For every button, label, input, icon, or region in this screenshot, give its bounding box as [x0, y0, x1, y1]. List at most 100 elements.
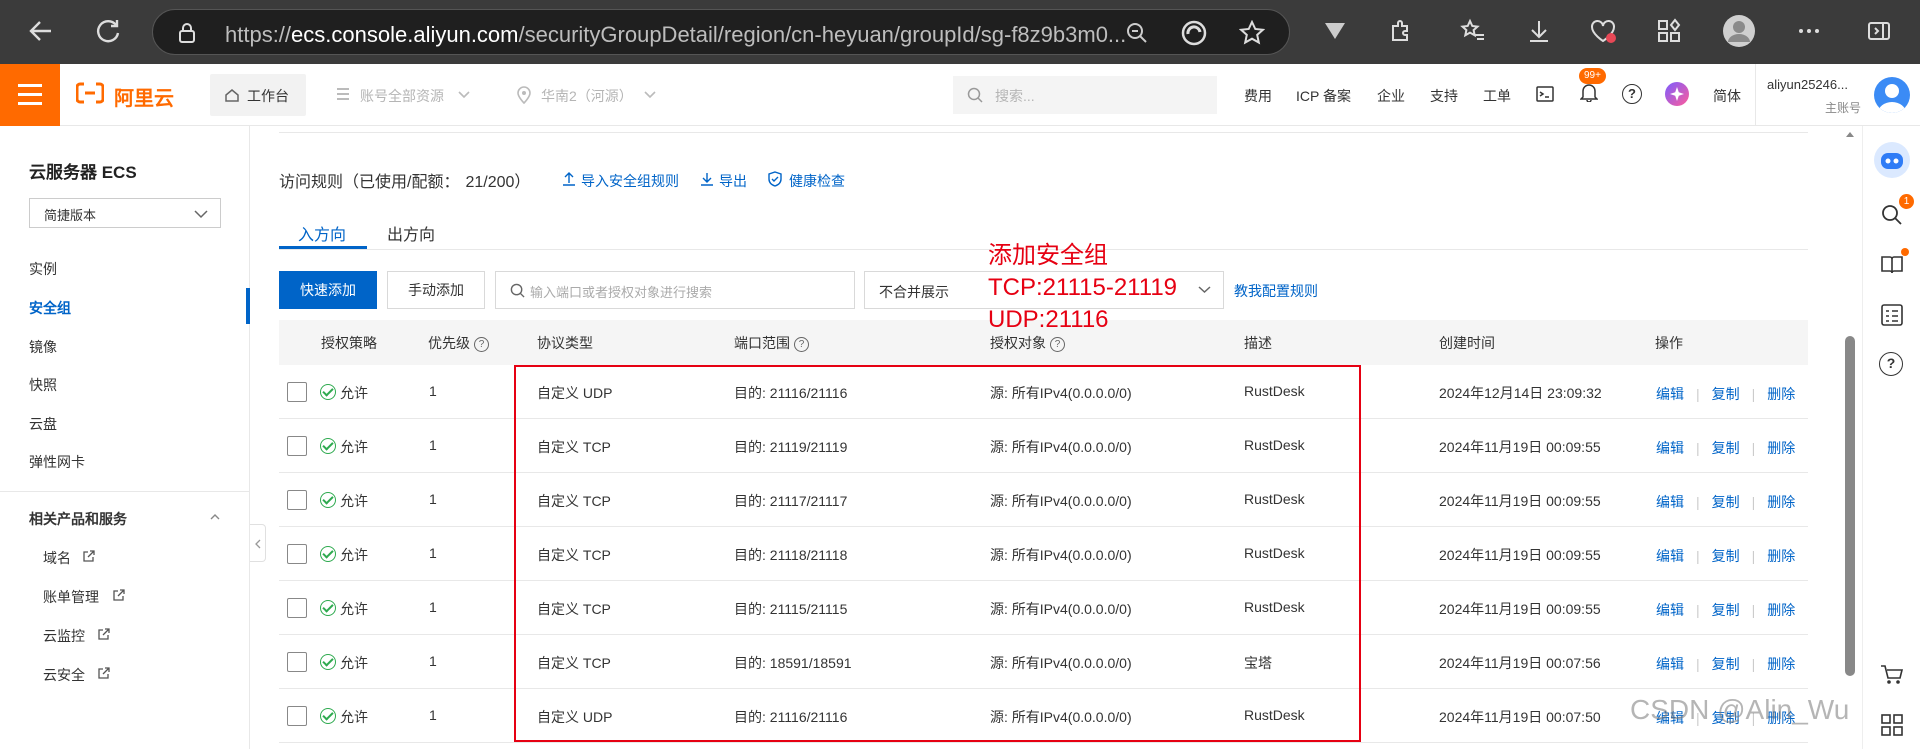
annotation-text: 添加安全组 TCP:21115-21119 UDP:21116 — [988, 240, 1177, 336]
more-menu-icon[interactable] — [1792, 14, 1826, 48]
language-switch[interactable]: 简体 — [1713, 86, 1741, 106]
nav-support[interactable]: 支持 — [1430, 86, 1458, 106]
url-text[interactable]: https://ecs.console.aliyun.com/securityG… — [225, 22, 1175, 48]
back-arrow-icon[interactable] — [24, 14, 58, 48]
favorites-list-icon[interactable] — [1456, 14, 1490, 48]
profile-avatar-icon[interactable] — [1722, 14, 1756, 48]
copy-link[interactable]: 复制 — [1712, 602, 1740, 618]
edit-link[interactable]: 编辑 — [1656, 440, 1684, 456]
help-question-icon[interactable]: ? — [794, 336, 809, 352]
user-avatar[interactable] — [1874, 77, 1910, 113]
help-question-icon[interactable]: ? — [1622, 84, 1642, 104]
copy-link[interactable]: 复制 — [1712, 386, 1740, 402]
nav-icp[interactable]: ICP 备案 — [1296, 86, 1351, 106]
related-item-domain[interactable]: 域名 — [43, 548, 71, 568]
row-checkbox[interactable] — [287, 490, 307, 510]
download-icon[interactable] — [1522, 14, 1556, 48]
row-checkbox[interactable] — [287, 436, 307, 456]
help-question-icon[interactable]: ? — [474, 336, 489, 352]
grid-apps-icon[interactable] — [1879, 712, 1905, 738]
assistant-robot-icon[interactable] — [1874, 142, 1910, 178]
copy-link[interactable]: 复制 — [1712, 440, 1740, 456]
export-link[interactable]: 导出 — [719, 171, 747, 191]
version-select[interactable]: 简捷版本 — [29, 198, 221, 228]
highlight-box — [514, 365, 1361, 742]
related-item-security[interactable]: 云安全 — [43, 665, 85, 685]
tab-inbound[interactable]: 入方向 — [298, 221, 346, 245]
address-bar[interactable]: https://ecs.console.aliyun.com/securityG… — [152, 9, 1290, 55]
scroll-up-icon[interactable] — [1845, 130, 1855, 138]
row-checkbox[interactable] — [287, 706, 307, 726]
edit-link[interactable]: 编辑 — [1656, 602, 1684, 618]
delete-link[interactable]: 删除 — [1767, 548, 1795, 564]
chevron-down-icon — [194, 210, 208, 219]
cart-icon[interactable] — [1879, 662, 1905, 688]
main-scrollbar[interactable] — [1842, 126, 1858, 749]
notification-bell-icon[interactable] — [1580, 82, 1598, 102]
sidebar-item-images[interactable]: 镜像 — [29, 337, 57, 357]
edge-icon[interactable] — [1181, 20, 1207, 46]
tab-outbound[interactable]: 出方向 — [387, 221, 435, 245]
related-item-cloudmonitor[interactable]: 云监控 — [43, 626, 85, 646]
username[interactable]: aliyun25246... — [1767, 77, 1848, 92]
sidebar-item-security-group[interactable]: 安全组 — [29, 298, 71, 318]
collections-icon[interactable] — [1652, 14, 1686, 48]
region-dropdown[interactable]: 华南2（河源） — [515, 74, 665, 116]
scrollbar-thumb[interactable] — [1845, 336, 1855, 676]
menu-hamburger-icon[interactable] — [0, 64, 60, 126]
edit-link[interactable]: 编辑 — [1656, 494, 1684, 510]
manual-add-button[interactable]: 手动添加 — [387, 271, 485, 309]
row-checkbox[interactable] — [287, 598, 307, 618]
sidebar-item-eni[interactable]: 弹性网卡 — [29, 452, 85, 472]
edit-link[interactable]: 编辑 — [1656, 656, 1684, 672]
rule-search-input[interactable]: 输入端口或者授权对象进行搜索 — [495, 271, 855, 309]
header-search-input[interactable]: 搜索... — [953, 76, 1217, 114]
workbench-button[interactable]: 工作台 — [210, 74, 306, 116]
health-icon[interactable] — [1586, 14, 1620, 48]
sidebar-item-disks[interactable]: 云盘 — [29, 414, 57, 434]
copy-link[interactable]: 复制 — [1712, 494, 1740, 510]
help-question-icon[interactable]: ? — [1879, 352, 1903, 376]
refresh-icon[interactable] — [91, 14, 125, 48]
extension-v-icon[interactable] — [1318, 14, 1352, 48]
sidebar-item-snapshots[interactable]: 快照 — [29, 375, 57, 395]
chevron-up-icon[interactable] — [210, 513, 220, 520]
quick-add-button[interactable]: 快速添加 — [279, 271, 377, 309]
delete-link[interactable]: 删除 — [1767, 494, 1795, 510]
account-resources-dropdown[interactable]: 账号全部资源 — [334, 74, 474, 116]
edit-link[interactable]: 编辑 — [1656, 386, 1684, 402]
edit-link[interactable]: 编辑 — [1656, 548, 1684, 564]
related-products-title[interactable]: 相关产品和服务 — [29, 509, 127, 529]
related-item-billing[interactable]: 账单管理 — [43, 587, 99, 607]
sidebar-toggle-icon[interactable] — [1862, 14, 1896, 48]
row-checkbox[interactable] — [287, 544, 307, 564]
nav-ticket[interactable]: 工单 — [1483, 86, 1511, 106]
nav-enterprise[interactable]: 企业 — [1377, 86, 1405, 106]
aliyun-logo[interactable] — [76, 81, 104, 105]
delete-link[interactable]: 删除 — [1767, 440, 1795, 456]
copy-link[interactable]: 复制 — [1712, 548, 1740, 564]
teach-config-link[interactable]: 教我配置规则 — [1234, 281, 1318, 301]
checklist-icon[interactable] — [1879, 302, 1905, 328]
help-question-icon[interactable]: ? — [1050, 336, 1065, 352]
nav-billing[interactable]: 费用 — [1244, 86, 1272, 106]
export-icon — [701, 173, 713, 186]
delete-link[interactable]: 删除 — [1767, 656, 1795, 672]
favorite-star-icon[interactable] — [1239, 20, 1265, 46]
terminal-icon[interactable] — [1536, 85, 1554, 103]
delete-link[interactable]: 删除 — [1767, 602, 1795, 618]
row-actions: 编辑 | 复制 | 删除 — [1656, 656, 1796, 672]
row-checkbox[interactable] — [287, 652, 307, 672]
delete-link[interactable]: 删除 — [1767, 386, 1795, 402]
health-check-link[interactable]: 健康检查 — [789, 171, 845, 191]
import-rules-link[interactable]: 导入安全组规则 — [581, 171, 679, 191]
zoom-icon[interactable] — [1125, 21, 1149, 45]
row-checkbox[interactable] — [287, 382, 307, 402]
lock-icon[interactable] — [177, 22, 197, 44]
sidebar-collapse-handle[interactable] — [250, 524, 266, 562]
sidebar-item-instances[interactable]: 实例 — [29, 259, 57, 279]
docs-book-icon[interactable] — [1879, 252, 1905, 278]
ai-assistant-icon[interactable] — [1665, 82, 1689, 106]
copy-link[interactable]: 复制 — [1712, 656, 1740, 672]
extensions-puzzle-icon[interactable] — [1384, 14, 1418, 48]
